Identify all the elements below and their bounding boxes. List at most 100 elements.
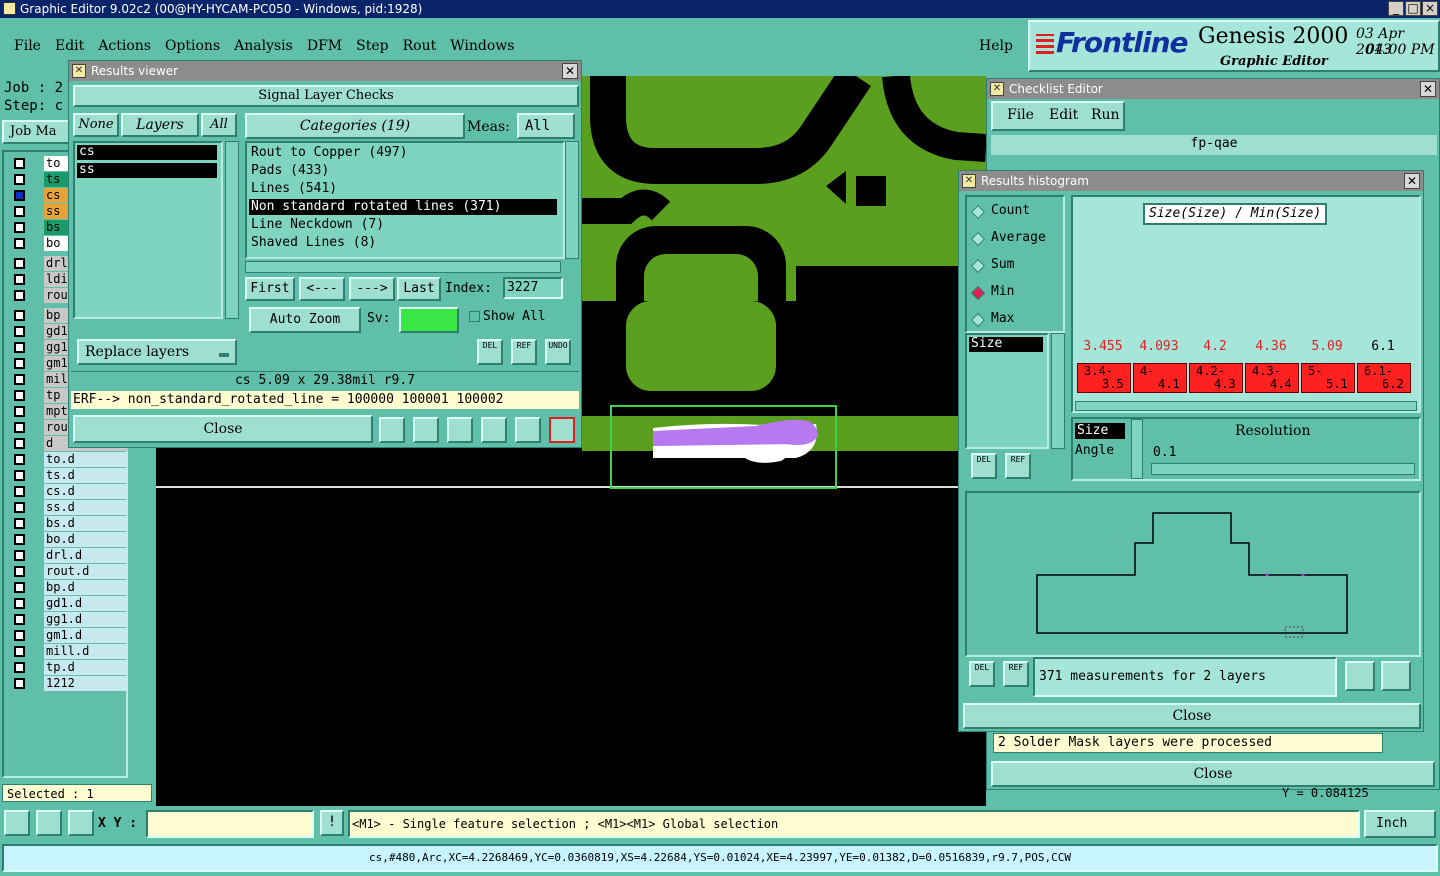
layer-checkbox[interactable] — [14, 582, 25, 593]
layer-row[interactable]: tp.d — [10, 660, 128, 675]
layer-checkbox[interactable] — [14, 566, 25, 577]
layer-checkbox[interactable] — [14, 290, 25, 301]
histogram-hscrollbar[interactable] — [1075, 401, 1417, 411]
all-layers-button[interactable]: All — [201, 113, 237, 137]
histogram-bar[interactable]: 4.2- 4.3 — [1189, 363, 1243, 393]
none-button[interactable]: None — [73, 113, 119, 137]
menu-item-step[interactable]: Step — [356, 38, 388, 54]
next-button[interactable]: ---> — [349, 277, 395, 301]
layer-name[interactable]: drl.d — [44, 548, 128, 563]
layer-row[interactable]: gm1.d — [10, 628, 128, 643]
prev-button[interactable]: <--- — [299, 277, 345, 301]
layer-checkbox[interactable] — [14, 390, 25, 401]
layer-name[interactable]: bs.d — [44, 516, 128, 531]
layer-result-list[interactable]: cs ss — [73, 141, 223, 319]
histogram-tool-icon[interactable] — [549, 417, 575, 443]
layer-checkbox[interactable] — [14, 406, 25, 417]
layer-checkbox[interactable] — [14, 158, 25, 169]
step-tool-icon[interactable] — [481, 417, 507, 443]
attribute-list[interactable]: Size — [965, 333, 1049, 449]
layer-row[interactable]: to.d — [10, 452, 128, 467]
category-item[interactable]: Shaved Lines (8) — [249, 235, 557, 251]
undo-button[interactable]: UNDO — [545, 339, 571, 365]
radio-diamond-icon[interactable] — [970, 204, 986, 220]
layer-checkbox[interactable] — [14, 646, 25, 657]
layer-name[interactable]: mill.d — [44, 644, 128, 659]
layer-checkbox[interactable] — [14, 326, 25, 337]
close-button[interactable]: Close — [73, 415, 373, 443]
checklist-close-button[interactable]: Close — [991, 761, 1435, 787]
histogram-bar[interactable]: 4.3- 4.4 — [1245, 363, 1299, 393]
layer-row[interactable]: mill.d — [10, 644, 128, 659]
layer-name[interactable]: cs.d — [44, 484, 128, 499]
print-chart-icon[interactable] — [1381, 661, 1411, 691]
checklist-menu-run[interactable]: Run — [1091, 107, 1120, 123]
layer-name[interactable]: tp.d — [44, 660, 128, 675]
snap-tool-icon[interactable] — [68, 810, 94, 836]
del-button[interactable]: DEL — [969, 661, 995, 687]
layer-checkbox[interactable] — [14, 274, 25, 285]
size-attr-button[interactable]: Size — [1075, 423, 1125, 439]
menu-item-actions[interactable]: Actions — [98, 38, 151, 54]
show-all-checkbox[interactable] — [469, 311, 480, 322]
export-chart-icon[interactable] — [1345, 661, 1375, 691]
histogram-close-button[interactable]: Close — [963, 703, 1421, 729]
layer-checkbox[interactable] — [14, 598, 25, 609]
layer-row[interactable]: bp.d — [10, 580, 128, 595]
report-tool-icon[interactable] — [515, 417, 541, 443]
layer-checkbox[interactable] — [14, 206, 25, 217]
units-dropdown[interactable]: Inch — [1364, 810, 1436, 838]
layer-row[interactable]: drl.d — [10, 548, 128, 563]
highlight-tool-icon[interactable] — [379, 417, 405, 443]
layer-name[interactable]: gg1.d — [44, 612, 128, 627]
maximize-button[interactable]: □ — [1405, 1, 1421, 16]
layer-checkbox[interactable] — [14, 662, 25, 673]
menu-item-analysis[interactable]: Analysis — [234, 38, 293, 54]
erase-tool-icon[interactable] — [447, 417, 473, 443]
layer-row[interactable]: rout.d — [10, 564, 128, 579]
layer-checkbox[interactable] — [14, 258, 25, 269]
layer-name[interactable]: ts.d — [44, 468, 128, 483]
layer-row[interactable]: ss.d — [10, 500, 128, 515]
list-item[interactable]: cs — [77, 145, 217, 160]
layer-row[interactable]: gg1.d — [10, 612, 128, 627]
minimize-button[interactable]: _ — [1388, 1, 1404, 16]
attribute-list-scrollbar[interactable] — [1051, 333, 1065, 449]
menu-item-rout[interactable]: Rout — [403, 38, 437, 54]
close-icon[interactable]: ✕ — [1420, 81, 1436, 97]
resolution-slider[interactable] — [1151, 463, 1415, 475]
angle-attr-button[interactable]: Angle — [1075, 443, 1114, 458]
replace-layers-button[interactable]: Replace layers — [77, 339, 237, 365]
layer-checkbox[interactable] — [14, 310, 25, 321]
ref-button[interactable]: REF — [1005, 453, 1031, 479]
layer-checkbox[interactable] — [14, 486, 25, 497]
category-item[interactable]: Pads (433) — [249, 163, 557, 179]
categories-button[interactable]: Categories (19) — [245, 113, 465, 139]
layer-name[interactable]: bp.d — [44, 580, 128, 595]
category-list[interactable]: Rout to Copper (497) Pads (433) Lines (541… — [245, 141, 565, 259]
layer-checkbox[interactable] — [14, 678, 25, 689]
layer-row[interactable]: cs.d — [10, 484, 128, 499]
layer-checkbox[interactable] — [14, 438, 25, 449]
layer-row[interactable]: ts.d — [10, 468, 128, 483]
close-icon[interactable]: ✕ — [562, 63, 578, 79]
menu-item-file[interactable]: File — [14, 38, 41, 54]
radio-diamond-icon[interactable] — [970, 231, 986, 247]
index-field[interactable]: 3227 — [503, 277, 563, 299]
layer-checkbox[interactable] — [14, 454, 25, 465]
close-icon[interactable]: ✕ — [1404, 173, 1420, 189]
layer-checkbox[interactable] — [14, 222, 25, 233]
job-matrix-button[interactable]: Job Ma — [2, 120, 70, 144]
xy-input[interactable] — [146, 810, 314, 838]
checklist-menu-file[interactable]: File — [1007, 107, 1034, 123]
radio-diamond-icon[interactable] — [970, 312, 986, 328]
category-item[interactable]: Line Neckdown (7) — [249, 217, 557, 233]
radio-diamond-icon[interactable] — [970, 258, 986, 274]
help-menu[interactable]: Help — [979, 38, 1013, 54]
menu-item-options[interactable]: Options — [165, 38, 220, 54]
layer-checkbox[interactable] — [14, 238, 25, 249]
histogram-bar[interactable]: 3.4- 3.5 — [1077, 363, 1131, 393]
layer-name[interactable]: bo.d — [44, 532, 128, 547]
layer-checkbox[interactable] — [14, 630, 25, 641]
category-item[interactable]: Non standard rotated lines (371) — [249, 199, 557, 215]
